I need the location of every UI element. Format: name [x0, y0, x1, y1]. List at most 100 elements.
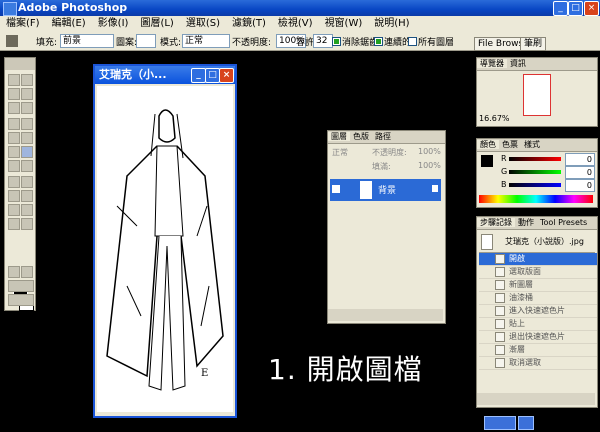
fill-select[interactable]: 前景 [60, 34, 114, 48]
history-step[interactable]: 取消選取 [479, 357, 597, 370]
menu-filter[interactable]: 濾鏡(T) [226, 16, 272, 32]
blur-tool-icon[interactable] [8, 160, 20, 172]
layer-row-background[interactable]: 背景 [330, 179, 441, 201]
eraser-tool-icon[interactable] [8, 146, 20, 158]
channel-g-label: G [501, 167, 508, 176]
eye-icon[interactable] [332, 185, 340, 193]
channel-g-value[interactable]: 0 [565, 166, 595, 179]
menu-help[interactable]: 說明(H) [368, 16, 415, 32]
dodge-tool-icon[interactable] [21, 160, 33, 172]
hand-tool-icon[interactable] [8, 218, 20, 230]
tab-navigator[interactable]: 導覽器 [477, 59, 507, 68]
maximize-button[interactable]: □ [568, 1, 583, 16]
step-icon [495, 331, 505, 342]
opacity-label: 不透明度: [232, 38, 272, 48]
history-step-label: 油漆桶 [509, 293, 533, 302]
eyedropper-tool-icon[interactable] [21, 204, 33, 216]
fill-label: 填充: [36, 38, 58, 48]
taskbar-button[interactable] [518, 416, 534, 430]
history-snapshot[interactable]: 艾瑞克（小說版）.jpg [479, 232, 595, 253]
pen-tool-icon[interactable] [8, 190, 20, 202]
doc-maximize-button[interactable]: □ [205, 68, 220, 83]
marquee-tool-icon[interactable] [8, 74, 20, 86]
history-step[interactable]: 選取版面 [479, 266, 597, 279]
move-tool-icon[interactable] [21, 74, 33, 86]
path-selection-tool-icon[interactable] [8, 176, 20, 188]
doc-minimize-button[interactable]: _ [191, 68, 206, 83]
tab-history[interactable]: 步驟記錄 [477, 218, 515, 227]
paint-bucket-icon[interactable] [6, 35, 18, 47]
step-icon [495, 357, 505, 368]
menu-file[interactable]: 檔案(F) [0, 16, 46, 32]
close-button[interactable]: × [584, 1, 599, 16]
document-title: 艾瑞克（小... [99, 68, 167, 81]
slice-tool-icon[interactable] [21, 102, 33, 114]
magic-wand-tool-icon[interactable] [21, 88, 33, 100]
antialias-checkbox[interactable] [332, 37, 341, 46]
tab-paths[interactable]: 路徑 [372, 132, 394, 141]
paint-bucket-tool-icon[interactable] [21, 146, 33, 158]
brushes-tab[interactable]: 筆刷 [520, 37, 547, 51]
channel-b-slider[interactable] [509, 183, 561, 187]
channel-b-value[interactable]: 0 [565, 179, 595, 192]
history-step[interactable]: 漸層 [479, 344, 597, 357]
quick-mask-mode-icon[interactable] [21, 266, 33, 278]
brush-tool-icon[interactable] [21, 118, 33, 130]
lasso-tool-icon[interactable] [8, 88, 20, 100]
minimize-button[interactable]: _ [553, 1, 568, 16]
color-ramp[interactable] [479, 195, 593, 203]
tolerance-field[interactable]: 32 [313, 34, 333, 48]
navigator-zoom[interactable]: 16.67% [479, 114, 510, 123]
history-step[interactable]: 新圖層 [479, 279, 597, 292]
contiguous-checkbox[interactable] [374, 37, 383, 46]
layer-opacity-value[interactable]: 100% [418, 147, 441, 156]
menu-view[interactable]: 檢視(V) [272, 16, 319, 32]
history-brush-tool-icon[interactable] [21, 132, 33, 144]
tab-color[interactable]: 顏色 [477, 140, 499, 149]
tab-swatches[interactable]: 色票 [499, 140, 521, 149]
shape-tool-icon[interactable] [21, 190, 33, 202]
pattern-picker[interactable] [136, 34, 156, 48]
menu-edit[interactable]: 編輯(E) [46, 16, 92, 32]
channel-g-slider[interactable] [509, 170, 561, 174]
healing-brush-tool-icon[interactable] [8, 118, 20, 130]
history-step[interactable]: 貼上 [479, 318, 597, 331]
history-step-label: 退出快速遮色片 [509, 332, 565, 341]
history-step[interactable]: 退出快速遮色片 [479, 331, 597, 344]
tab-actions[interactable]: 動作 [515, 218, 537, 227]
layer-name: 背景 [378, 186, 397, 196]
layer-fill-value[interactable]: 100% [418, 161, 441, 170]
tab-info[interactable]: 資訊 [507, 59, 529, 68]
crop-tool-icon[interactable] [8, 102, 20, 114]
toolbox-header [5, 58, 35, 70]
menu-select[interactable]: 選取(S) [180, 16, 226, 32]
all-layers-checkbox[interactable] [408, 37, 417, 46]
tab-channels[interactable]: 色版 [350, 132, 372, 141]
menu-window[interactable]: 視窗(W) [319, 16, 369, 32]
tab-layers[interactable]: 圖層 [328, 132, 350, 141]
taskbar-button[interactable] [484, 416, 516, 430]
blend-mode-select[interactable]: 正常 [332, 147, 348, 158]
tab-styles[interactable]: 樣式 [521, 140, 543, 149]
mode-select[interactable]: 正常 [182, 34, 230, 48]
notes-tool-icon[interactable] [8, 204, 20, 216]
channel-r-slider[interactable] [509, 157, 561, 161]
clone-stamp-tool-icon[interactable] [8, 132, 20, 144]
navigator-thumbnail[interactable] [523, 74, 551, 116]
jump-to-imageready-icon[interactable] [8, 294, 34, 306]
tab-tool-presets[interactable]: Tool Presets [537, 218, 590, 227]
document-canvas[interactable]: E [97, 86, 233, 412]
step-caption: 1. 開啟圖檔 [268, 353, 423, 386]
color-fg-swatch[interactable] [481, 155, 493, 167]
standard-mode-icon[interactable] [8, 266, 20, 278]
history-step[interactable]: 進入快速遮色片 [479, 305, 597, 318]
type-tool-icon[interactable] [21, 176, 33, 188]
menu-image[interactable]: 影像(I) [92, 16, 135, 32]
menu-layer[interactable]: 圖層(L) [134, 16, 179, 32]
channel-r-value[interactable]: 0 [565, 153, 595, 166]
history-step[interactable]: 油漆桶 [479, 292, 597, 305]
screen-mode-icon[interactable] [8, 280, 34, 292]
history-step[interactable]: 開啟 [479, 253, 597, 266]
doc-close-button[interactable]: × [219, 68, 234, 83]
zoom-tool-icon[interactable] [21, 218, 33, 230]
